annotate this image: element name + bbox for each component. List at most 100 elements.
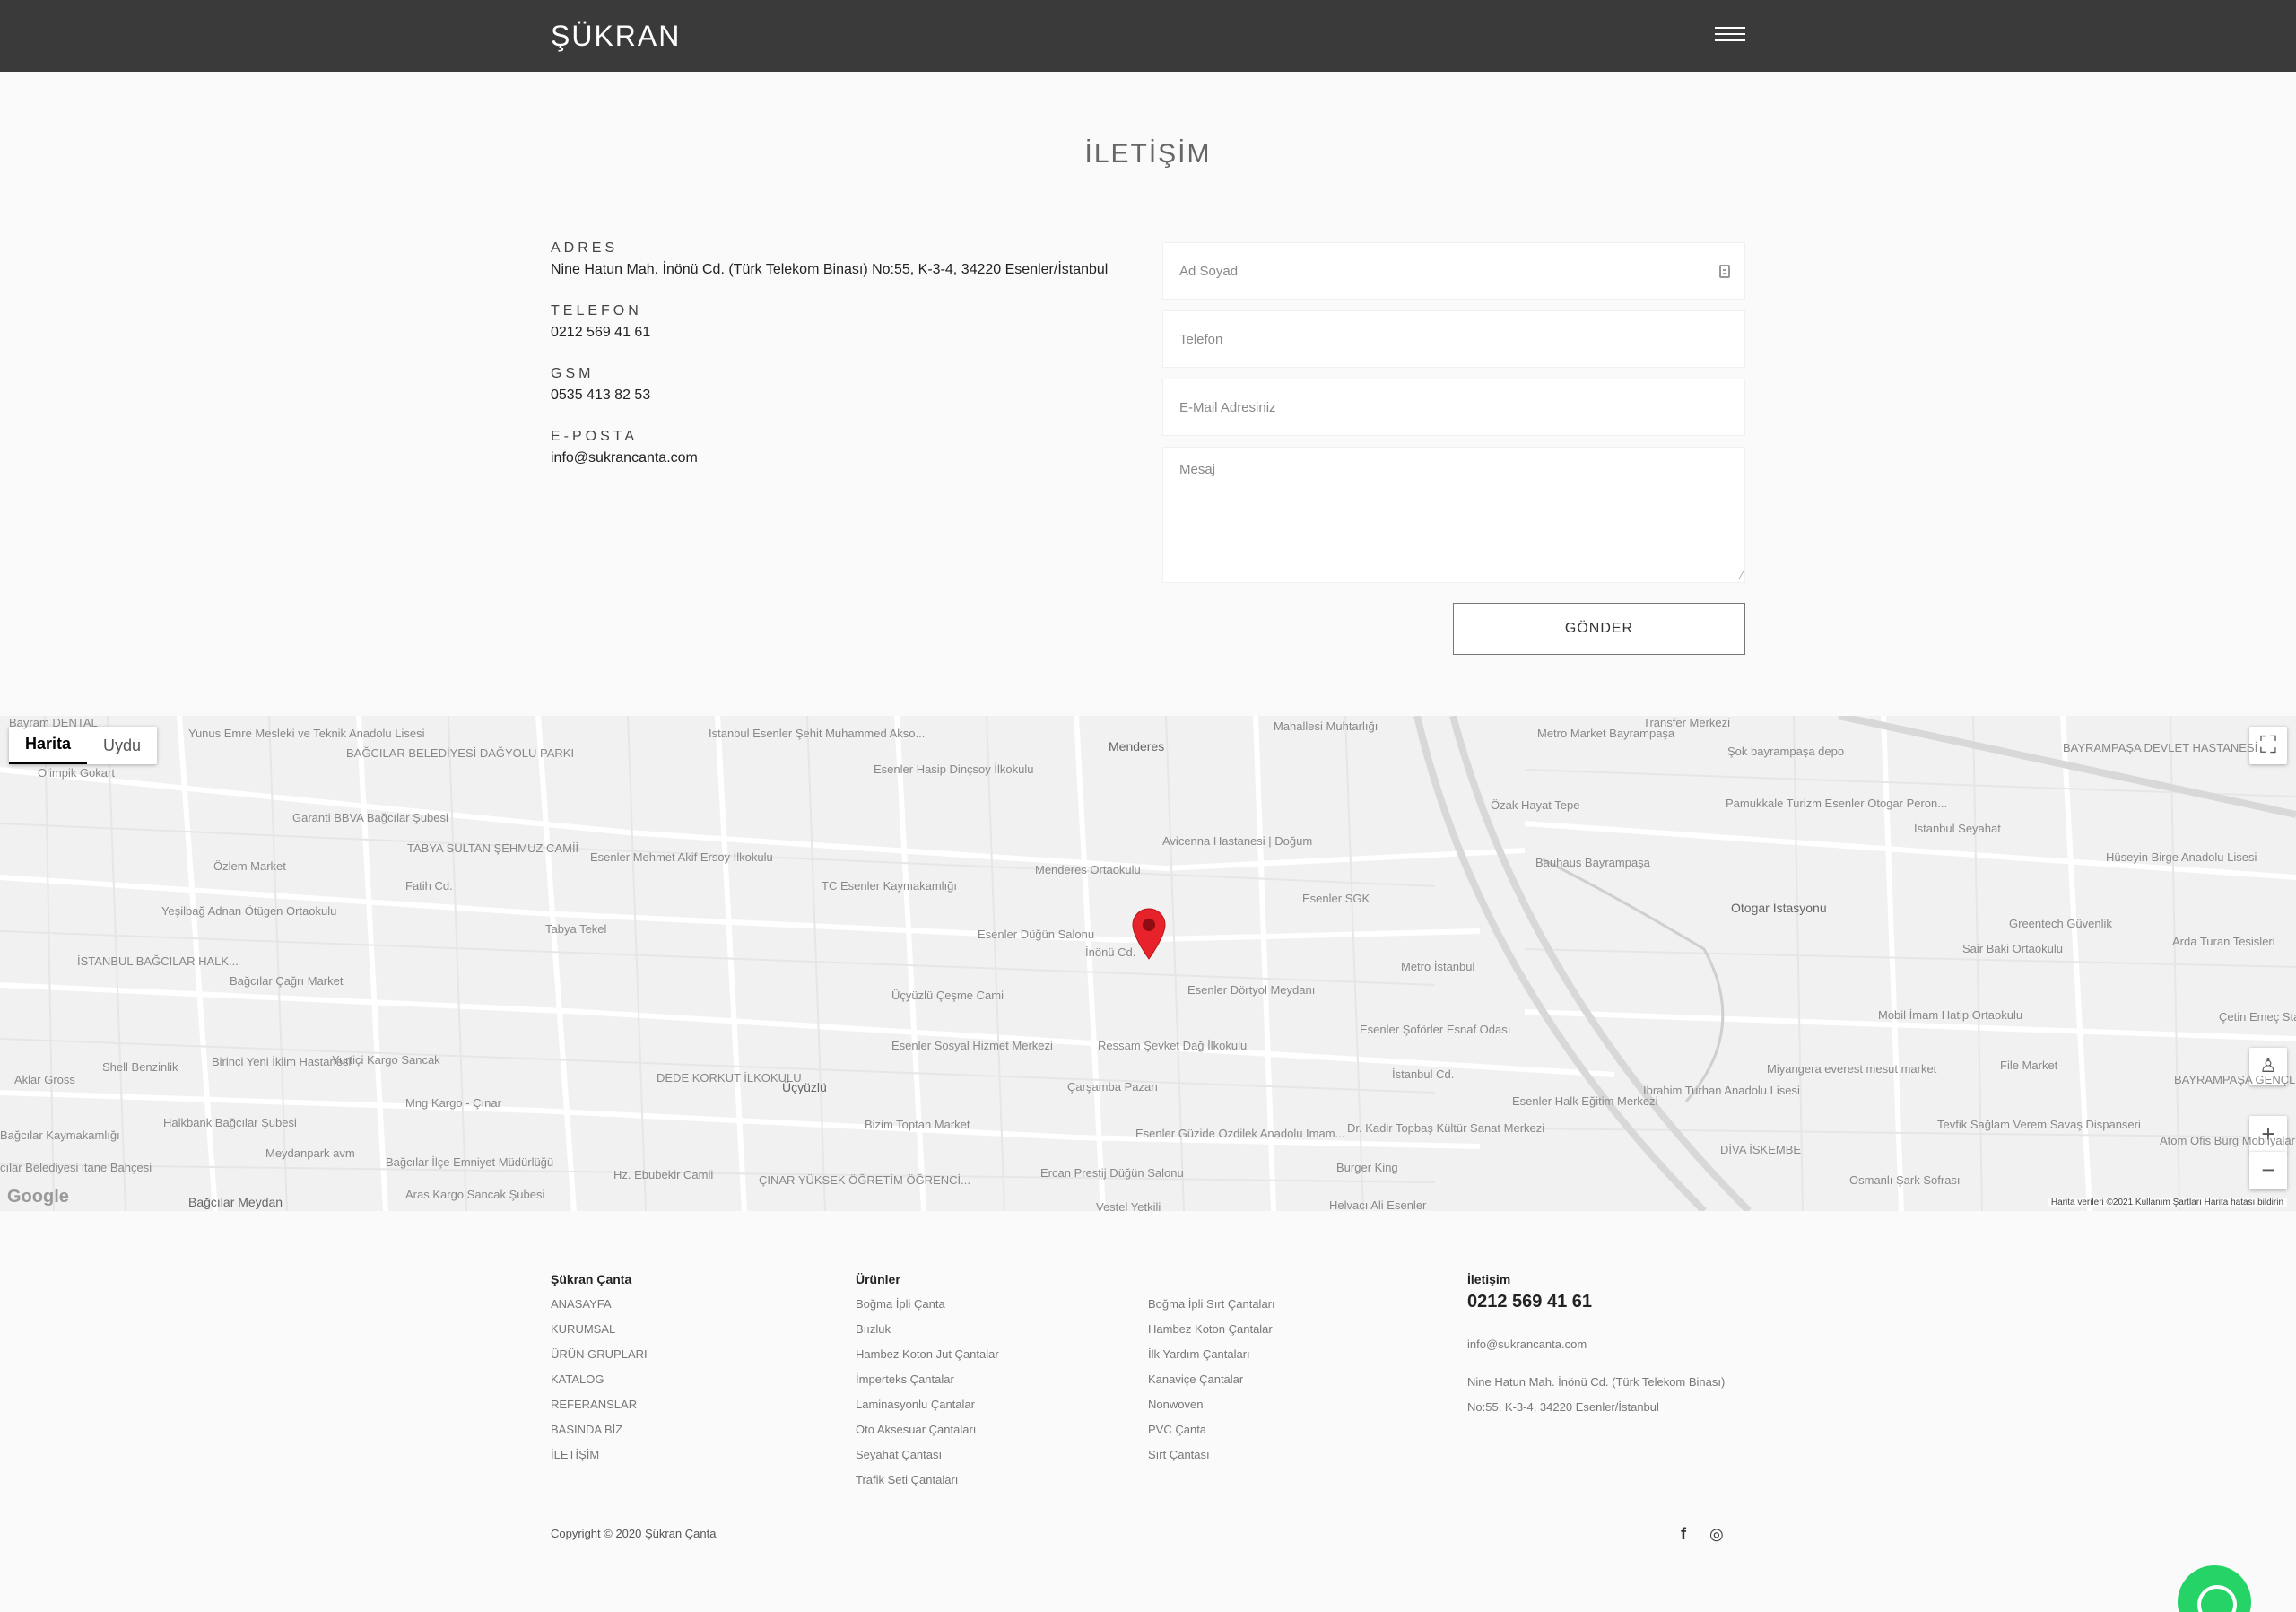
contact-form: GÖNDER [1162,242,1745,655]
footer-link[interactable]: Boğma İpli Çanta [856,1292,999,1317]
map-label: Meydanpark avm [265,1146,355,1160]
site-header: ŞÜKRAN [0,0,2296,72]
map-label: BAĞCILAR BELEDİYESİ DAĞYOLU PARKI [346,746,575,760]
footer-link[interactable]: İmperteks Çantalar [856,1367,999,1392]
map-label: Miyangera everest mesut market [1767,1062,1937,1076]
footer-link[interactable]: Boğma İpli Sırt Çantaları [1148,1292,1275,1317]
map-label: İstanbul Cd. [1392,1067,1455,1081]
map-label: Aklar Gross [14,1073,75,1086]
map-label: Greentech Güvenlik [2009,917,2112,930]
footer-link[interactable]: Bıızluk [856,1317,999,1342]
email-label: E-POSTA [551,429,639,444]
map-tab-map[interactable]: Harita [9,727,88,764]
map-label: Esenler Düğün Salonu [978,928,1095,941]
map-label: İSTANBUL BAĞCILAR HALK... [77,954,239,968]
gsm-block: GSM 0535 413 82 53 [551,366,1125,404]
facebook-icon[interactable]: f [1681,1525,1686,1544]
gsm-value[interactable]: 0535 413 82 53 [551,388,1125,404]
footer-link[interactable]: Hambez Koton Çantalar [1148,1317,1275,1342]
map-label: Esenler SGK [1302,892,1370,905]
map-label: Yurtiçi Kargo Sancak [332,1053,440,1067]
footer-link[interactable]: Kanaviçe Çantalar [1148,1367,1275,1392]
phone-input[interactable] [1163,311,1744,367]
site-logo[interactable]: ŞÜKRAN [551,20,681,53]
map-label: Esenler Mehmet Akif Ersoy İlkokulu [590,850,773,864]
zoom-out-button[interactable]: − [2249,1152,2287,1189]
phone-value[interactable]: 0212 569 41 61 [551,325,1125,341]
phone-label: TELEFON [551,303,642,318]
map-label: Bauhaus Bayrampaşa [1535,856,1650,869]
google-logo: Google [7,1187,69,1207]
map-label: Osmanlı Şark Sofrası [1849,1173,1961,1187]
map-label: Ercan Prestij Düğün Salonu [1040,1166,1184,1180]
map-label: Şok bayrampaşa depo [1727,745,1845,758]
map-label: Metro İstanbul [1401,960,1475,973]
map-label: Özak Hayat Tepe [1491,798,1580,812]
phone-block: TELEFON 0212 569 41 61 [551,303,1125,341]
name-input[interactable] [1163,243,1744,299]
map-label: Hüseyin Birge Anadolu Lisesi [2106,850,2257,864]
map-label: İstanbul Esenler Şehit Muhammed Akso... [709,727,926,740]
instagram-icon[interactable]: ◎ [1709,1525,1724,1544]
map-label: TC Esenler Kaymakamlığı [822,879,957,893]
footer-link[interactable]: ANASAYFA [551,1292,648,1317]
map-label: Mobil İmam Hatip Ortaokulu [1878,1008,2023,1022]
map-label: Aras Kargo Sancak Şubesi [405,1188,545,1201]
footer-heading: Ürünler [856,1272,900,1286]
footer-link[interactable]: Laminasyonlu Çantalar [856,1392,999,1417]
email-value[interactable]: info@sukrancanta.com [551,450,1125,466]
footer-col-contact: İletişim 0212 569 41 61 info@sukrancanta… [1467,1272,1725,1420]
location-pin-icon[interactable] [1132,908,1166,960]
contact-info: ADRES Nine Hatun Mah. İnönü Cd. (Türk Te… [551,240,1125,492]
map-label: Burger King [1336,1161,1398,1174]
footer-link[interactable]: KATALOG [551,1367,648,1392]
footer-link[interactable]: ÜRÜN GRUPLARI [551,1342,648,1367]
map-label: Çarşamba Pazarı [1067,1080,1159,1094]
map-label: BAYRAMPAŞA GENÇLİK... [2174,1073,2296,1086]
map-type-toggle: Harita Uydu [9,727,158,764]
email-input[interactable] [1163,379,1744,435]
footer-link[interactable]: İlk Yardım Çantaları [1148,1342,1275,1367]
message-input[interactable] [1163,448,1744,582]
map-label: Bağcılar Çağrı Market [230,974,344,988]
footer-link[interactable]: Seyahat Çantası [856,1442,999,1468]
footer-link[interactable]: İLETİŞİM [551,1442,648,1468]
footer-email[interactable]: info@sukrancanta.com [1467,1332,1725,1357]
map-label: DEDE KORKUT İLKOKULU [657,1071,802,1085]
email-block: E-POSTA info@sukrancanta.com [551,429,1125,466]
map-embed[interactable]: Harita Uydu ⛶ ♙ + − Bayram DENTAL Yunus … [0,716,2296,1211]
map-label: İnönü Cd. [1085,945,1136,959]
footer-link[interactable]: BASINDA BİZ [551,1417,648,1442]
submit-button[interactable]: GÖNDER [1453,603,1745,655]
footer-link[interactable]: Trafik Seti Çantaları [856,1468,999,1493]
map-tab-satellite[interactable]: Uydu [87,727,157,764]
map-label: Garanti BBVA Bağcılar Şubesi [292,811,448,824]
map-label: Esenler Sosyal Hizmet Merkezi [891,1039,1053,1052]
map-label: Çetin Emeç Stad [2219,1010,2296,1024]
footer-link[interactable]: Oto Aksesuar Çantaları [856,1417,999,1442]
footer-link[interactable]: Sırt Çantası [1148,1442,1275,1468]
map-label: Bağcılar İlçe Emniyet Müdürlüğü [386,1155,554,1169]
footer-link[interactable]: REFERANSLAR [551,1392,648,1417]
map-label: Esenler Şoförler Esnaf Odası [1360,1023,1511,1036]
message-field-wrapper [1162,447,1745,583]
footer-col-products: Ürünler Boğma İpli Çanta Bıızluk Hambez … [856,1272,999,1493]
footer-heading: Şükran Çanta [551,1272,632,1286]
footer-link[interactable]: PVC Çanta [1148,1417,1275,1442]
gsm-label: GSM [551,366,595,381]
hamburger-icon[interactable] [1715,27,1745,45]
map-label: File Market [2000,1059,2058,1072]
map-label: Yunus Emre Mesleki ve Teknik Anadolu Lis… [188,727,425,740]
map-label: Üçyüzlü [782,1080,827,1094]
map-label: Ressam Şevket Dağ İlkokulu [1098,1039,1248,1052]
footer-link[interactable]: KURUMSAL [551,1317,648,1342]
email-field-wrapper [1162,379,1745,436]
footer-phone[interactable]: 0212 569 41 61 [1467,1292,1725,1312]
map-label: Tabya Tekel [545,922,607,936]
map-credit[interactable]: Harita verileri ©2021 Kullanım Şartları … [2047,1198,2287,1207]
footer-link[interactable]: Hambez Koton Jut Çantalar [856,1342,999,1367]
map-label: BAYRAMPAŞA DEVLET HASTANESİ [2063,741,2258,754]
map-label: Olimpik Gokart [38,766,115,780]
map-label: İstanbul Seyahat [1914,822,2001,835]
footer-link[interactable]: Nonwoven [1148,1392,1275,1417]
